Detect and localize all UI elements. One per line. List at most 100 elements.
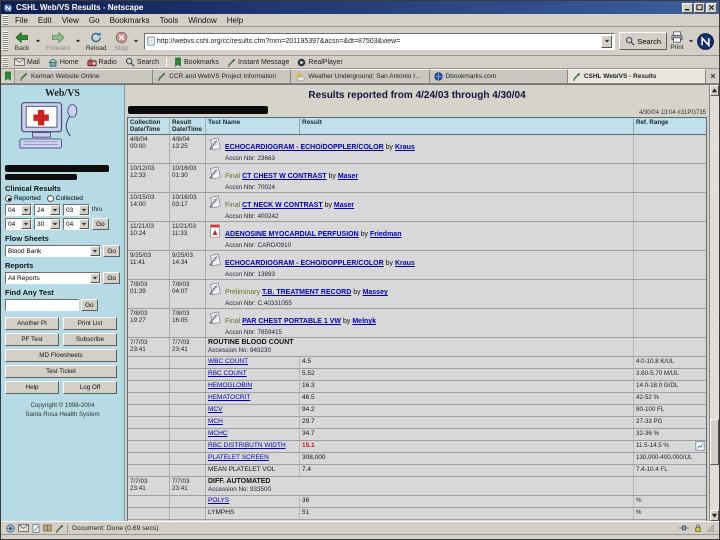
vertical-scrollbar[interactable] [709,85,719,521]
url-history-dropdown[interactable] [601,34,613,48]
forward-dropdown[interactable] [74,38,82,44]
menu-item-file[interactable]: File [10,16,33,25]
find-test-go-button[interactable]: Go [81,299,98,311]
report-icon[interactable] [208,253,222,267]
bookmark-tab-icon[interactable] [1,69,15,83]
tab-cshl-web-vs-results[interactable]: CSHL Web/VS - Results [567,69,706,83]
search-button[interactable]: Search [619,32,667,50]
scroll-up-button[interactable] [710,85,719,96]
from-day-select[interactable]: 24 [34,204,61,216]
navigator-icon[interactable] [6,523,15,533]
doctor-link[interactable]: Friedman [370,231,402,238]
scrollbar-track[interactable] [710,96,719,510]
menu-item-go[interactable]: Go [84,16,105,25]
print-dropdown[interactable] [687,38,695,44]
button-help[interactable]: Help [5,381,59,394]
button-pf-test[interactable]: PF Test [5,333,59,346]
security-icon[interactable] [694,524,702,533]
personal-item-realplayer[interactable]: RealPlayer [293,58,346,67]
back-dropdown[interactable] [34,38,42,44]
to-day-select[interactable]: 30 [34,218,61,230]
report-link[interactable]: CT CHEST W CONTRAST [242,173,326,180]
personal-item-search[interactable]: Search [121,57,163,67]
minimize-button[interactable] [682,2,693,13]
test-name-link[interactable]: MCHC [208,430,228,437]
addressbook-icon[interactable] [43,524,52,532]
menu-item-bookmarks[interactable]: Bookmarks [105,16,155,25]
button-print-list[interactable]: Print List [63,317,117,330]
maximize-button[interactable] [694,2,705,13]
button-another-pt[interactable]: Another Pt [5,317,59,330]
menu-item-window[interactable]: Window [183,16,221,25]
button-test-ticket[interactable]: Test Ticket [5,365,117,378]
doctor-link[interactable]: Kraus [395,260,415,267]
date-go-button[interactable]: Go [92,218,109,230]
personal-item-home[interactable]: Home [44,58,83,67]
personal-item-bookmarks[interactable]: Bookmarks [170,57,223,67]
radio-collected[interactable]: Collected [46,195,83,202]
personal-item-radio[interactable]: Radio [83,57,121,67]
menu-item-edit[interactable]: Edit [33,16,57,25]
toolbar-grip[interactable] [3,30,8,52]
doctor-link[interactable]: Maser [338,173,358,180]
to-year-select[interactable]: 04 [63,218,90,230]
report-link[interactable]: ECHOCARDIOGRAM - ECHO/DOPPLER/COLOR [225,260,384,267]
report-link[interactable]: PAR CHEST PORTABLE 1 VW [242,318,341,325]
test-name-link[interactable]: PLATELET SCREEN [208,454,269,461]
mail-icon[interactable] [18,524,29,532]
forward-button[interactable]: Forward [42,28,74,54]
window-titlebar[interactable]: CSHL Web/VS Results - Netscape [1,1,719,14]
tab-dbookmarks-com[interactable]: Dbookmarks.com [429,69,568,83]
doctor-link[interactable]: Massey [363,289,388,296]
test-name-link[interactable]: POLYS [208,497,229,504]
composer-icon[interactable] [32,523,40,533]
flow-sheets-go-button[interactable]: Go [103,245,120,257]
close-button[interactable] [706,2,717,13]
test-name-link[interactable]: MCH [208,418,223,425]
test-name-link[interactable]: HEMOGLOBIN [208,382,252,389]
test-name-link[interactable]: RBC DISTRIBUTN WIDTH [208,442,286,449]
flow-sheets-select[interactable]: Blood Bank [5,245,102,257]
report-link[interactable]: T.B. TREATMENT RECORD [262,289,351,296]
doctor-link[interactable]: Kraus [395,144,415,151]
from-year-select[interactable]: 03 [63,204,90,216]
doctor-link[interactable]: Melnyk [352,318,376,325]
toolbar-grip[interactable] [3,15,8,25]
tab-kerman-website-online[interactable]: Kerman Website Online [15,69,154,83]
radio-reported[interactable]: Reported [5,195,41,202]
netscape-throbber-logo[interactable] [697,32,714,50]
menu-item-help[interactable]: Help [222,16,248,25]
doctor-link[interactable]: Maser [334,202,354,209]
connection-icon[interactable] [678,524,690,532]
test-name-link[interactable]: HEMATOCRIT [208,394,250,401]
im-icon[interactable] [55,524,64,533]
button-md-flowsheets[interactable]: MD Flowsheets [5,349,117,362]
pdf-icon[interactable] [208,224,222,238]
report-link[interactable]: ADENOSINE MYOCARDIAL PERFUSION [225,231,359,238]
print-button[interactable]: Print [667,28,687,54]
tab-weather-underground-san-antonio-inte[interactable]: Weather Underground: San Antonio Inte... [291,69,430,83]
toolbar-grip[interactable] [3,57,8,67]
report-icon[interactable] [208,282,222,296]
scroll-down-button[interactable] [710,510,719,521]
tab-close-button[interactable] [706,69,719,83]
test-name-link[interactable]: WBC COUNT [208,358,248,365]
scrollbar-thumb[interactable] [710,418,719,465]
test-name-link[interactable]: MCV [208,406,222,413]
report-link[interactable]: CT NECK W CONTRAST [242,202,323,209]
personal-item-mail[interactable]: Mail [10,58,44,66]
find-test-input[interactable] [5,299,79,311]
reports-select[interactable]: All Reports [5,272,102,284]
chart-icon[interactable] [695,441,705,451]
test-name-link[interactable]: RBC COUNT [208,370,247,377]
stop-button[interactable]: Stop [110,28,131,54]
back-button[interactable]: Back [10,28,34,54]
to-month-select[interactable]: 04 [5,218,32,230]
report-icon[interactable] [208,195,222,209]
from-month-select[interactable]: 04 [5,204,32,216]
reload-button[interactable]: Reload [82,28,111,54]
report-icon[interactable] [208,137,222,151]
personal-item-instant-message[interactable]: Instant Message [223,58,293,67]
menu-item-tools[interactable]: Tools [155,16,184,25]
report-link[interactable]: ECHOCARDIOGRAM - ECHO/DOPPLER/COLOR [225,144,384,151]
